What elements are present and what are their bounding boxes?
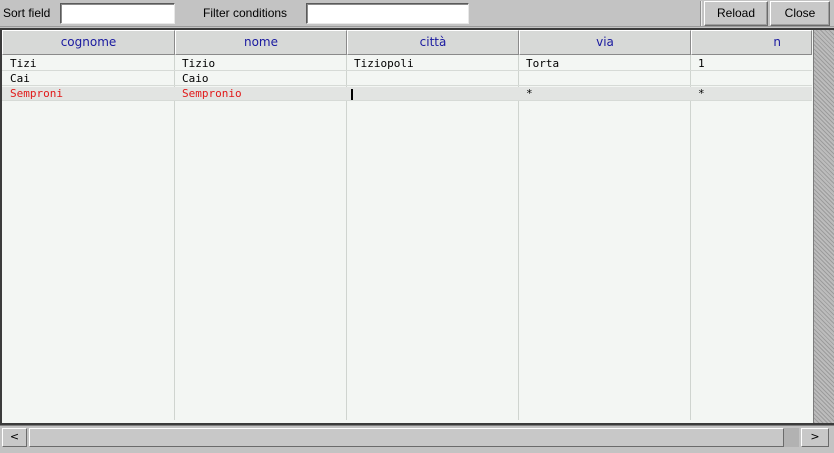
cell-via[interactable] (518, 72, 690, 86)
cell-cognome[interactable]: Cai (2, 72, 174, 86)
cell-nome[interactable]: Sempronio (174, 87, 346, 101)
scroll-right-button[interactable]: > (801, 428, 829, 447)
cell-n[interactable] (690, 72, 812, 86)
cell-citta[interactable] (346, 72, 518, 86)
table-row[interactable]: Cai Caio (2, 72, 812, 86)
reload-button[interactable]: Reload (704, 1, 768, 26)
cell-cognome[interactable]: Semproni (2, 87, 174, 101)
filter-conditions-input[interactable] (306, 3, 469, 24)
toolbar: Sort field Filter conditions Reload Clos… (0, 0, 834, 27)
close-button[interactable]: Close (770, 1, 830, 26)
scroll-left-button[interactable]: < (2, 428, 27, 447)
column-header-n[interactable]: n (691, 30, 812, 55)
column-header-via[interactable]: via (519, 30, 691, 55)
cell-nome[interactable]: Caio (174, 72, 346, 86)
cell-n[interactable]: * (690, 87, 812, 101)
column-header-citta[interactable]: città (347, 30, 519, 55)
cell-cognome[interactable]: Tizi (2, 57, 174, 71)
chevron-left-icon: < (9, 430, 20, 443)
cell-n[interactable]: 1 (690, 57, 812, 71)
cell-via[interactable]: * (518, 87, 690, 101)
cell-citta[interactable]: Tiziopoli (346, 57, 518, 71)
table-row[interactable]: Tizi Tizio Tiziopoli Torta 1 (2, 57, 812, 71)
sort-field-label: Sort field (3, 6, 51, 20)
chevron-right-icon: > (810, 430, 820, 443)
scroll-track[interactable] (29, 428, 799, 447)
toolbar-separator (700, 1, 702, 26)
vertical-scrollbar[interactable] (813, 30, 834, 423)
filter-conditions-label: Filter conditions (203, 6, 288, 20)
cell-nome[interactable]: Tizio (174, 57, 346, 71)
scroll-thumb[interactable] (29, 428, 784, 447)
horizontal-scrollbar[interactable]: < > (0, 425, 834, 448)
data-grid[interactable]: cognome nome città via n Tizi Tizio Tizi… (2, 30, 812, 420)
cell-citta-editing[interactable] (346, 87, 518, 101)
cell-via[interactable]: Torta (518, 57, 690, 71)
table-header: cognome nome città via n (2, 30, 812, 55)
column-header-cognome[interactable]: cognome (2, 30, 175, 55)
text-cursor (351, 88, 353, 100)
sort-field-input[interactable] (60, 3, 175, 24)
new-record-row[interactable]: Semproni Sempronio * * (2, 87, 812, 101)
column-header-nome[interactable]: nome (175, 30, 347, 55)
